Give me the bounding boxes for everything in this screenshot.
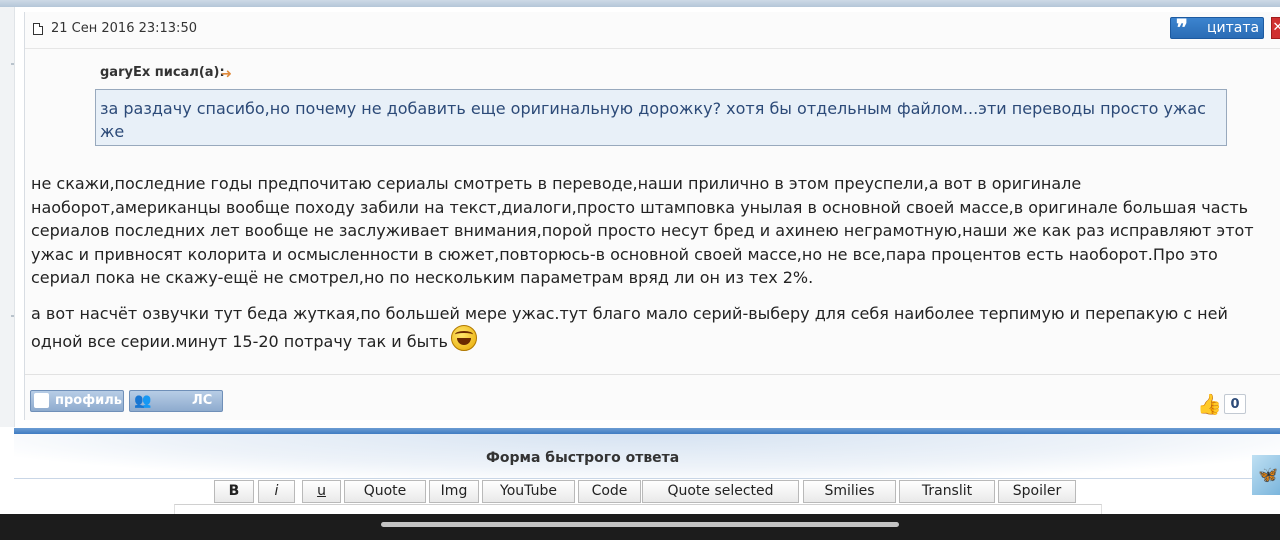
arrow-icon[interactable]: ➜: [221, 67, 232, 82]
quoted-text: за раздачу спасибо,но почему не добавить…: [95, 89, 1227, 146]
profile-icon: [34, 393, 49, 408]
home-gesture-pill[interactable]: [381, 522, 899, 527]
translit-button[interactable]: Translit: [899, 480, 995, 503]
code-button[interactable]: Code: [578, 480, 641, 503]
site-logo-icon: 🦋: [1252, 455, 1280, 495]
post-paragraph: не скажи,последние годы предпочитаю сери…: [31, 174, 1254, 287]
post-footer-divider: [25, 374, 1280, 375]
forum-post: 21 Сен 2016 23:13:50 ❞ цитата ✕ garyEx п…: [24, 12, 1280, 420]
pm-icon: 👥: [134, 393, 152, 409]
quote-button-label: цитата: [1207, 20, 1260, 36]
system-nav-bar: [0, 514, 1280, 540]
youtube-button[interactable]: YouTube: [482, 480, 575, 503]
reply-title: Форма быстрого ответа: [486, 450, 680, 466]
pm-button-label: ЛС: [192, 393, 213, 408]
post-date: 21 Сен 2016 23:13:50: [51, 21, 197, 36]
butterfly-glyph: 🦋: [1258, 465, 1278, 484]
quote-button[interactable]: ❞ цитата: [1170, 15, 1264, 41]
img-button[interactable]: Img: [429, 480, 479, 503]
italic-button[interactable]: i: [258, 480, 295, 503]
quote-tag-button[interactable]: Quote: [344, 480, 426, 503]
profile-button-label: профиль: [55, 393, 122, 408]
rail-tick: [11, 315, 14, 317]
pm-button[interactable]: 👥 ЛС: [129, 390, 223, 412]
quoted-author: garyEx писал(а):: [100, 65, 225, 80]
top-strip: [0, 0, 1280, 7]
document-icon[interactable]: [33, 23, 43, 35]
laughing-smiley-icon: [450, 325, 477, 351]
spoiler-button[interactable]: Spoiler: [998, 480, 1076, 503]
bold-button[interactable]: B: [214, 480, 254, 503]
post-paragraph-last: а вот насчёт озвучки тут беда жуткая,по …: [31, 302, 1271, 354]
post-header: 21 Сен 2016 23:13:50 ❞ цитата ✕: [25, 12, 1280, 49]
post-paragraph-text: а вот насчёт озвучки тут беда жуткая,по …: [31, 303, 1228, 352]
left-rail: [0, 7, 15, 427]
like-count: 0: [1224, 394, 1246, 414]
thumbs-up-icon[interactable]: 👍: [1197, 392, 1222, 416]
quote-icon: ❞: [1176, 15, 1188, 41]
quote-selected-button[interactable]: Quote selected: [642, 480, 799, 503]
delete-icon[interactable]: ✕: [1271, 17, 1280, 39]
smilies-button[interactable]: Smilies: [803, 480, 896, 503]
profile-button[interactable]: профиль: [30, 390, 124, 412]
quick-reply-form: Форма быстрого ответа B i u Quote Img Yo…: [14, 428, 1280, 515]
rail-tick: [11, 63, 14, 65]
post-body: не скажи,последние годы предпочитаю сери…: [31, 172, 1271, 366]
underline-button[interactable]: u: [302, 480, 341, 503]
